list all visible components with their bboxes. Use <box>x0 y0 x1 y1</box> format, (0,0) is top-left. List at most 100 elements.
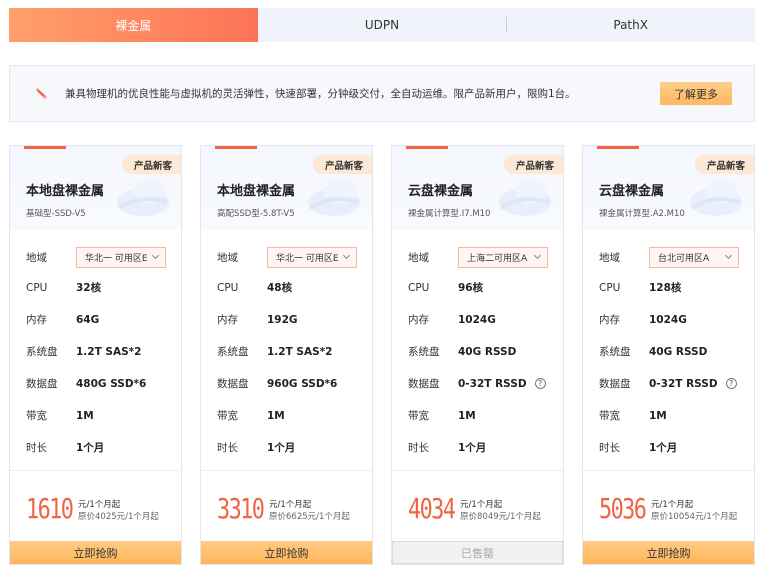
spec-row-data-disk: 数据盘 0-32T RSSD? <box>599 376 744 391</box>
divider <box>10 470 181 471</box>
price-unit: 元/1个月起 <box>78 500 121 510</box>
spec-label: CPU <box>26 281 48 294</box>
learn-more-button[interactable]: 了解更多 <box>660 82 732 105</box>
help-icon[interactable]: ? <box>725 378 737 389</box>
price-value: 1610 <box>26 492 74 525</box>
spec-row-data-disk: 数据盘 480G SSD*6 <box>26 376 171 391</box>
card-title: 本地盘裸金属 <box>26 184 105 199</box>
divider <box>392 470 563 471</box>
notice-text: 兼具物理机的优良性能与虚拟机的灵活弹性，快速部署，分钟级交付，全自动运维。限产品… <box>65 88 576 100</box>
spec-value: 480G SSD*6 <box>76 378 146 390</box>
card-accent-line <box>597 146 639 149</box>
spec-value-text: 1M <box>267 409 285 422</box>
card-header: 产品新客本地盘裸金属基础型-SSD-V5 <box>10 146 181 230</box>
spec-label: 时长 <box>26 442 47 454</box>
price-info: 元/1个月起原价4025元/1个月起 <box>78 499 159 523</box>
price-value: 5036 <box>599 492 647 525</box>
card-accent-line <box>406 146 448 149</box>
tab-label: PathX <box>613 18 648 32</box>
spec-row-cpu: CPU 128核 <box>599 280 744 295</box>
spec-value: 32核 <box>76 280 101 295</box>
product-card: 产品新客 云盘裸金属 裸金属计算型.A2.M10 地域 台北可用区A CPU 128核 内存 1… <box>582 145 755 565</box>
help-icon[interactable]: ? <box>534 378 546 389</box>
card-title: 云盘裸金属 <box>408 184 474 199</box>
spec-row-bandwidth: 带宽 1M <box>26 408 171 423</box>
spec-value: 1M <box>458 410 476 422</box>
card-title: 本地盘裸金属 <box>217 184 296 199</box>
price-value: 4034 <box>408 492 456 525</box>
spec-label: 内存 <box>408 314 429 326</box>
spec-value: 64G <box>76 314 99 326</box>
cloud-decoration-icon <box>308 180 360 216</box>
buy-now-button[interactable]: 立即抢购 <box>583 541 754 564</box>
spec-value: 1M <box>649 410 667 422</box>
spec-label: 系统盘 <box>26 346 58 358</box>
buy-now-button[interactable]: 立即抢购 <box>10 541 181 564</box>
chevron-down-icon <box>151 251 160 260</box>
card-subtitle: 基础型-SSD-V5 <box>26 209 86 219</box>
original-price: 原价8049元/1个月起 <box>460 512 541 522</box>
tab-udpn[interactable]: UDPN <box>258 8 507 42</box>
divider <box>583 470 754 471</box>
spec-value-text: 1M <box>76 409 94 422</box>
spec-value: 96核 <box>458 280 483 295</box>
spec-value-text: 192G <box>267 313 298 326</box>
spec-label: 数据盘 <box>217 378 249 390</box>
new-customer-badge: 产品新客 <box>121 155 181 174</box>
price-info: 元/1个月起 原价6625元/1个月起 <box>269 499 350 523</box>
spec-value: 0-32T RSSD? <box>458 378 546 390</box>
spec-value-text: 1M <box>649 409 667 422</box>
promo-notice: 兼具物理机的优良性能与虚拟机的灵活弹性，快速部署，分钟级交付，全自动运维。限产品… <box>9 65 755 122</box>
card-header: 产品新客 本地盘裸金属 高配SSD型-5.8T-V5 <box>201 146 372 230</box>
spec-row-region: 地域 华北一 可用区E <box>217 247 362 268</box>
card-accent-line <box>24 146 66 149</box>
spec-row-system-disk: 系统盘 40G RSSD <box>408 344 553 359</box>
spec-value: 1个月 <box>76 440 104 455</box>
spec-label: 地域 <box>217 252 238 264</box>
tab-bare-metal[interactable]: 裸金属 <box>9 8 258 42</box>
spec-label: 带宽 <box>408 410 429 422</box>
spec-row-memory: 内存 1024G <box>408 312 553 327</box>
region-select[interactable]: 华北一 可用区E <box>76 247 166 268</box>
spec-value-text: 40G RSSD <box>649 345 708 358</box>
chevron-down-icon <box>342 251 351 260</box>
spec-value-text: 48核 <box>267 282 293 294</box>
spec-value-text: 1.2T SAS*2 <box>267 345 333 358</box>
product-card: 产品新客 云盘裸金属 裸金属计算型.I7.M10 地域 上海二可用区A CPU 96核 内存 1… <box>391 145 564 565</box>
spec-row-cpu: CPU 96核 <box>408 280 553 295</box>
region-select[interactable]: 台北可用区A <box>649 247 739 268</box>
spec-value: 1M <box>76 410 94 422</box>
region-select[interactable]: 华北一 可用区E <box>267 247 357 268</box>
spec-value: 1个月 <box>267 440 295 455</box>
tab-pathx[interactable]: PathX <box>506 8 755 42</box>
spec-label: 时长 <box>408 442 429 454</box>
spec-row-cpu: CPU 48核 <box>217 280 362 295</box>
original-price: 原价10054元/1个月起 <box>651 512 738 522</box>
spec-row-bandwidth: 带宽 1M <box>217 408 362 423</box>
spec-row-bandwidth: 带宽 1M <box>599 408 744 423</box>
spec-value: 128核 <box>649 280 681 295</box>
buy-now-button[interactable]: 立即抢购 <box>201 541 372 564</box>
sold-out-button: 已售罄 <box>392 541 563 564</box>
spec-label: 内存 <box>599 314 620 326</box>
original-price: 原价4025元/1个月起 <box>78 512 159 522</box>
region-select[interactable]: 上海二可用区A <box>458 247 548 268</box>
region-value: 上海二可用区A <box>467 254 528 264</box>
spec-value-text: 0-32T RSSD <box>649 377 718 390</box>
spec-label: 内存 <box>26 314 47 326</box>
spec-label: 带宽 <box>217 410 238 422</box>
spec-row-duration: 时长 1个月 <box>408 440 553 455</box>
spec-label: 地域 <box>408 252 429 264</box>
price-block: 3310 元/1个月起 原价6625元/1个月起 <box>217 495 350 523</box>
price-info: 元/1个月起 原价8049元/1个月起 <box>460 499 541 523</box>
spec-row-system-disk: 系统盘 1.2T SAS*2 <box>217 344 362 359</box>
spec-value: 192G <box>267 314 298 326</box>
spec-value: 40G RSSD <box>649 346 707 358</box>
spec-value-text: 128核 <box>649 282 682 294</box>
spec-value: 40G RSSD <box>458 346 516 358</box>
spec-value: 1M <box>267 410 285 422</box>
spec-value: 960G SSD*6 <box>267 378 337 390</box>
price-block: 4034 元/1个月起 原价8049元/1个月起 <box>408 495 541 523</box>
spec-label: 带宽 <box>599 410 620 422</box>
new-customer-badge: 产品新客 <box>312 155 372 174</box>
